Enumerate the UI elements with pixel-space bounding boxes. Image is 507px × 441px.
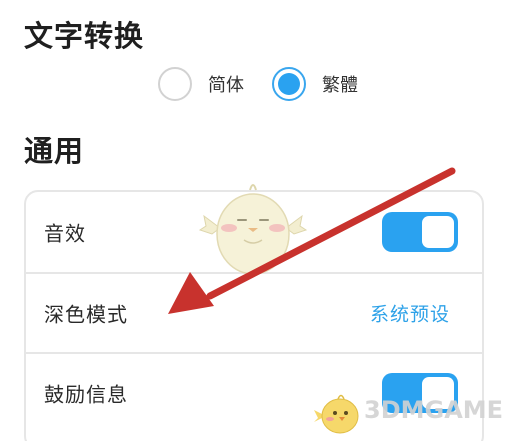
toggle-knob — [422, 216, 454, 248]
general-section-title: 通用 — [24, 134, 85, 168]
sound-effects-label: 音效 — [44, 221, 86, 246]
encouragement-toggle[interactable] — [382, 373, 458, 413]
settings-row-sound-effects[interactable]: 音效 — [26, 192, 482, 272]
text-conversion-title: 文字转换 — [24, 19, 145, 53]
toggle-knob — [422, 377, 454, 409]
settings-page: 文字转换 简体 繁體 通用 音效 深色模式 系统预设 鼓励信息 3DMGAME — [0, 0, 507, 441]
radio-selected-dot — [278, 73, 300, 95]
encouragement-label: 鼓励信息 — [44, 382, 128, 407]
text-conversion-radio-group: 简体 繁體 — [158, 64, 398, 104]
sound-effects-toggle[interactable] — [382, 212, 458, 252]
general-settings-card: 音效 深色模式 系统预设 鼓励信息 — [24, 190, 484, 441]
settings-row-encouragement[interactable]: 鼓励信息 — [26, 352, 482, 432]
radio-checked-icon[interactable] — [272, 67, 306, 101]
radio-label-simplified: 简体 — [208, 75, 244, 96]
radio-label-traditional: 繁體 — [322, 75, 358, 96]
dark-mode-value[interactable]: 系统预设 — [370, 300, 450, 327]
radio-unchecked-icon[interactable] — [158, 67, 192, 101]
dark-mode-label: 深色模式 — [44, 302, 128, 327]
radio-option-traditional[interactable]: 繁體 — [272, 64, 358, 104]
radio-option-simplified[interactable]: 简体 — [158, 64, 244, 104]
settings-row-dark-mode[interactable]: 深色模式 系统预设 — [26, 272, 482, 352]
